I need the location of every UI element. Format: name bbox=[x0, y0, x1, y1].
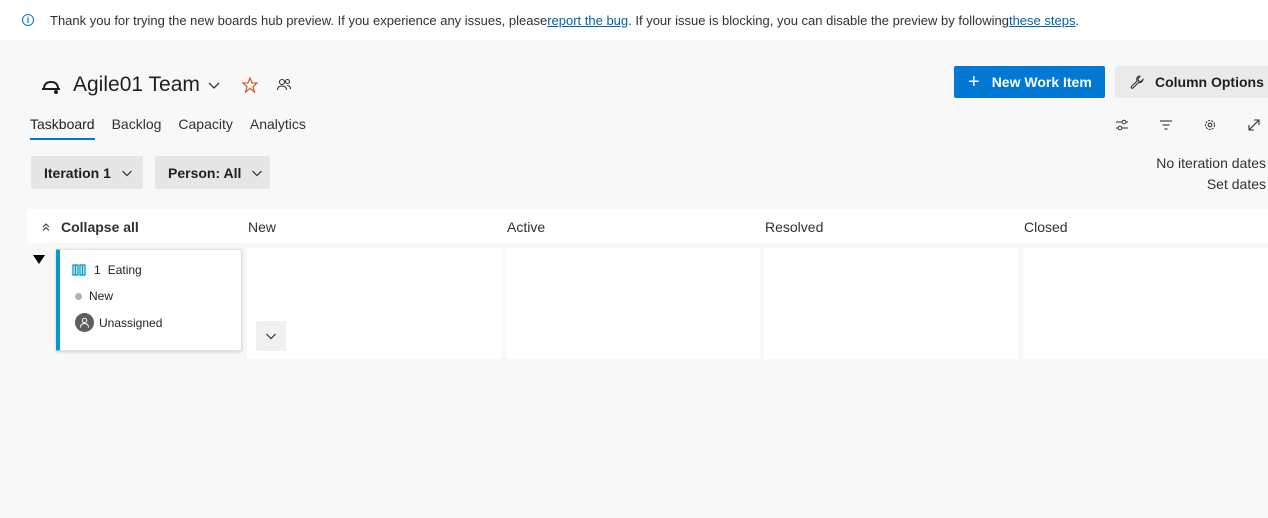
person-dropdown[interactable]: Person: All bbox=[155, 156, 270, 189]
tab-taskboard[interactable]: Taskboard bbox=[30, 116, 95, 140]
work-item-card[interactable]: 1 Eating New Unassigned bbox=[56, 249, 242, 351]
plus-icon: + bbox=[968, 71, 980, 93]
hub-tabs: Taskboard Backlog Capacity Analytics bbox=[30, 116, 306, 140]
column-header-resolved: Resolved bbox=[765, 219, 824, 235]
people-icon[interactable] bbox=[276, 77, 292, 93]
star-icon[interactable] bbox=[241, 76, 259, 94]
book-icon bbox=[72, 264, 86, 276]
row-collapse-toggle-icon[interactable] bbox=[32, 253, 46, 267]
report-bug-link[interactable]: report the bug bbox=[547, 13, 628, 28]
cell-active[interactable] bbox=[506, 248, 760, 359]
person-label: Person: All bbox=[168, 164, 242, 181]
card-state-row: New bbox=[75, 289, 113, 303]
card-title[interactable]: Eating bbox=[108, 263, 142, 277]
tab-analytics[interactable]: Analytics bbox=[250, 116, 306, 140]
cell-resolved[interactable] bbox=[764, 248, 1018, 359]
preview-banner: i Thank you for trying the new boards hu… bbox=[0, 0, 1268, 40]
chevron-down-icon bbox=[121, 170, 132, 176]
state-dot-icon bbox=[75, 292, 82, 300]
chevron-down-icon bbox=[252, 170, 263, 176]
banner-text-2: . If your issue is blocking, you can dis… bbox=[628, 12, 1009, 28]
filter-icon[interactable] bbox=[1156, 115, 1176, 135]
card-title-row: 1 Eating bbox=[72, 263, 142, 277]
team-icon bbox=[42, 80, 60, 94]
new-work-item-button[interactable]: + New Work Item bbox=[954, 66, 1105, 98]
team-name[interactable]: Agile01 Team bbox=[73, 73, 200, 97]
card-state[interactable]: New bbox=[89, 289, 113, 303]
set-dates-link[interactable]: Set dates bbox=[1156, 174, 1266, 195]
banner-text-3: . bbox=[1075, 12, 1080, 28]
card-id: 1 bbox=[94, 263, 101, 277]
tab-capacity[interactable]: Capacity bbox=[178, 116, 232, 140]
info-icon: i bbox=[22, 14, 34, 26]
iteration-dates: No iteration dates bbox=[1156, 155, 1266, 171]
double-chevron-up-icon bbox=[42, 223, 50, 231]
cell-expand-button[interactable] bbox=[256, 321, 286, 351]
settings-sliders-icon[interactable] bbox=[1112, 115, 1132, 135]
tab-backlog[interactable]: Backlog bbox=[112, 116, 162, 140]
cell-closed[interactable] bbox=[1023, 248, 1268, 359]
iteration-label: Iteration 1 bbox=[44, 164, 111, 181]
card-assignee-row: Unassigned bbox=[75, 313, 162, 332]
column-options-button[interactable]: Column Options bbox=[1115, 66, 1268, 98]
column-header-closed: Closed bbox=[1024, 219, 1068, 235]
new-work-item-label: New Work Item bbox=[991, 74, 1092, 90]
gear-icon[interactable] bbox=[1200, 115, 1220, 135]
column-header-new: New bbox=[248, 219, 277, 235]
chevron-down-icon[interactable] bbox=[207, 79, 221, 93]
column-header-active: Active bbox=[507, 219, 546, 235]
banner-text-1: Thank you for trying the new boards hub … bbox=[50, 12, 548, 28]
fullscreen-icon[interactable] bbox=[1244, 115, 1264, 135]
wrench-icon bbox=[1130, 75, 1144, 89]
iteration-dropdown[interactable]: Iteration 1 bbox=[31, 156, 143, 189]
these-steps-link[interactable]: these steps bbox=[1009, 13, 1076, 28]
iteration-info: No iteration dates Set dates bbox=[1156, 153, 1266, 195]
avatar-icon bbox=[75, 313, 94, 332]
board-toolbar bbox=[1112, 115, 1268, 135]
column-options-label: Column Options bbox=[1155, 74, 1264, 90]
card-assignee[interactable]: Unassigned bbox=[99, 316, 162, 330]
chevron-down-icon bbox=[266, 333, 276, 340]
board-column-header: Collapse all New Active Resolved Closed bbox=[27, 209, 1268, 243]
collapse-all-button[interactable]: Collapse all bbox=[41, 219, 139, 235]
collapse-all-label: Collapse all bbox=[61, 219, 139, 235]
